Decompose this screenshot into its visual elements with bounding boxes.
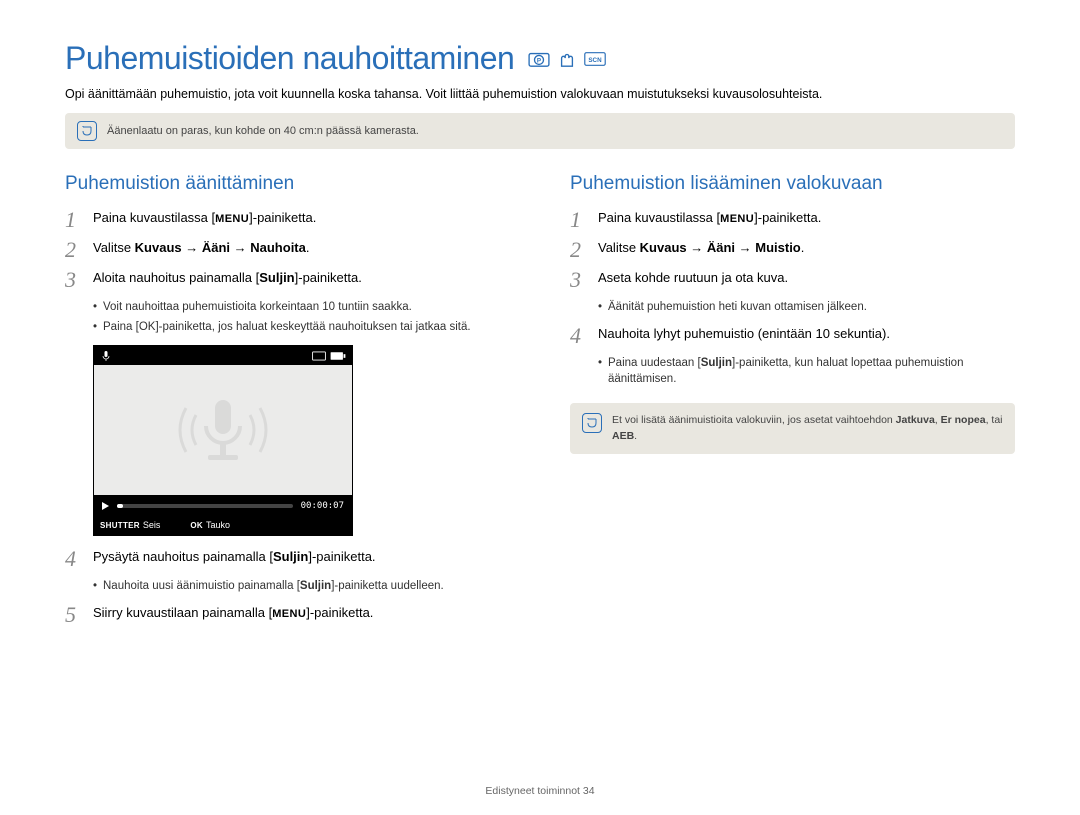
playhead-icon [102, 502, 109, 510]
menu-label: MENU [720, 213, 754, 225]
right-heading: Puhemuistion lisääminen valokuvaan [570, 173, 1015, 195]
progress-track [117, 504, 293, 508]
right-note: Et voi lisätä äänimuistioita valokuviin,… [570, 403, 1015, 453]
mic-animation-icon [148, 380, 298, 480]
step-number: 1 [570, 209, 588, 231]
right-step-2: 2 Valitse Kuvaus → Ääni → Muistio. [570, 239, 1015, 261]
intro-text: Opi äänittämään puhemuistio, jota voit k… [65, 87, 1015, 101]
mic-icon [100, 350, 112, 362]
bullet: Paina [OK]-painiketta, jos haluat keskey… [93, 319, 510, 335]
right-column: Puhemuistion lisääminen valokuvaan 1 Pai… [570, 173, 1015, 634]
svg-text:P: P [537, 57, 541, 64]
step-number: 2 [570, 239, 588, 261]
left-step-4: 4 Pysäytä nauhoitus painamalla [Suljin]-… [65, 548, 510, 570]
elapsed-time: 00:00:07 [301, 501, 344, 511]
top-note-text: Äänenlaatu on paras, kun kohde on 40 cm:… [107, 125, 419, 137]
note-icon [77, 121, 97, 141]
left-step-2: 2 Valitse Kuvaus → Ääni → Nauhoita. [65, 239, 510, 261]
step-number: 1 [65, 209, 83, 231]
pause-hint: OKTauko [190, 520, 230, 530]
status-right-icons [312, 351, 346, 361]
step-body: Nauhoita lyhyt puhemuistio (enintään 10 … [598, 325, 890, 344]
step-body: Pysäytä nauhoitus painamalla [Suljin]-pa… [93, 548, 376, 567]
left-step-3-bullets: Voit nauhoittaa puhemuistioita korkeinta… [93, 299, 510, 335]
note-icon [582, 413, 602, 433]
right-step-4-bullets: Paina uudestaan [Suljin]-painiketta, kun… [598, 355, 1015, 387]
page-title-text: Puhemuistioiden nauhoittaminen [65, 40, 514, 77]
left-step-5: 5 Siirry kuvaustilaan painamalla [MENU]-… [65, 604, 510, 626]
battery-icon [330, 351, 346, 361]
right-note-text: Et voi lisätä äänimuistioita valokuviin,… [612, 413, 1003, 443]
screen-bottombar: SHUTTERSeis OKTauko [94, 516, 352, 535]
step-number: 3 [570, 269, 588, 291]
left-step-4-bullets: Nauhoita uusi äänimuistio painamalla [Su… [93, 578, 510, 594]
page-footer: Edistyneet toiminnot 34 [0, 785, 1080, 797]
right-step-1: 1 Paina kuvaustilassa [MENU]-painiketta. [570, 209, 1015, 231]
left-step-3: 3 Aloita nauhoitus painamalla [Suljin]-p… [65, 269, 510, 291]
step-number: 3 [65, 269, 83, 291]
hand-mode-icon [556, 50, 578, 68]
bullet: Äänität puhemuistion heti kuvan ottamise… [598, 299, 1015, 315]
mode-icons: P SCN [528, 50, 606, 68]
page-title: Puhemuistioiden nauhoittaminen P SCN [65, 40, 1015, 77]
card-icon [312, 351, 326, 361]
step-number: 4 [65, 548, 83, 570]
recording-screen: 00:00:07 SHUTTERSeis OKTauko [93, 345, 353, 536]
left-column: Puhemuistion äänittäminen 1 Paina kuvaus… [65, 173, 510, 634]
step-body: Valitse Kuvaus → Ääni → Muistio. [598, 239, 804, 258]
left-heading: Puhemuistion äänittäminen [65, 173, 510, 195]
step-body: Valitse Kuvaus → Ääni → Nauhoita. [93, 239, 310, 258]
step-body: Paina kuvaustilassa [MENU]-painiketta. [598, 209, 821, 228]
step-body: Aseta kohde ruutuun ja ota kuva. [598, 269, 788, 288]
bullet: Nauhoita uusi äänimuistio painamalla [Su… [93, 578, 510, 594]
right-step-4: 4 Nauhoita lyhyt puhemuistio (enintään 1… [570, 325, 1015, 347]
right-step-3-bullets: Äänität puhemuistion heti kuvan ottamise… [598, 299, 1015, 315]
step-number: 2 [65, 239, 83, 261]
step-number: 5 [65, 604, 83, 626]
screen-body [94, 365, 352, 495]
svg-text:SCN: SCN [589, 57, 603, 64]
right-step-3: 3 Aseta kohde ruutuun ja ota kuva. [570, 269, 1015, 291]
step-number: 4 [570, 325, 588, 347]
bullet: Paina uudestaan [Suljin]-painiketta, kun… [598, 355, 1015, 387]
scene-mode-icon: SCN [584, 50, 606, 68]
step-body: Siirry kuvaustilaan painamalla [MENU]-pa… [93, 604, 373, 623]
step-body: Paina kuvaustilassa [MENU]-painiketta. [93, 209, 316, 228]
left-step-1: 1 Paina kuvaustilassa [MENU]-painiketta. [65, 209, 510, 231]
menu-label: MENU [215, 213, 249, 225]
screen-statusbar [94, 346, 352, 365]
screen-progress: 00:00:07 [94, 495, 352, 516]
top-note: Äänenlaatu on paras, kun kohde on 40 cm:… [65, 113, 1015, 149]
menu-label: MENU [272, 608, 306, 620]
ok-label: OK [139, 321, 156, 333]
bullet: Voit nauhoittaa puhemuistioita korkeinta… [93, 299, 510, 315]
step-body: Aloita nauhoitus painamalla [Suljin]-pai… [93, 269, 362, 288]
stop-hint: SHUTTERSeis [100, 520, 160, 530]
camera-mode-icon: P [528, 50, 550, 68]
